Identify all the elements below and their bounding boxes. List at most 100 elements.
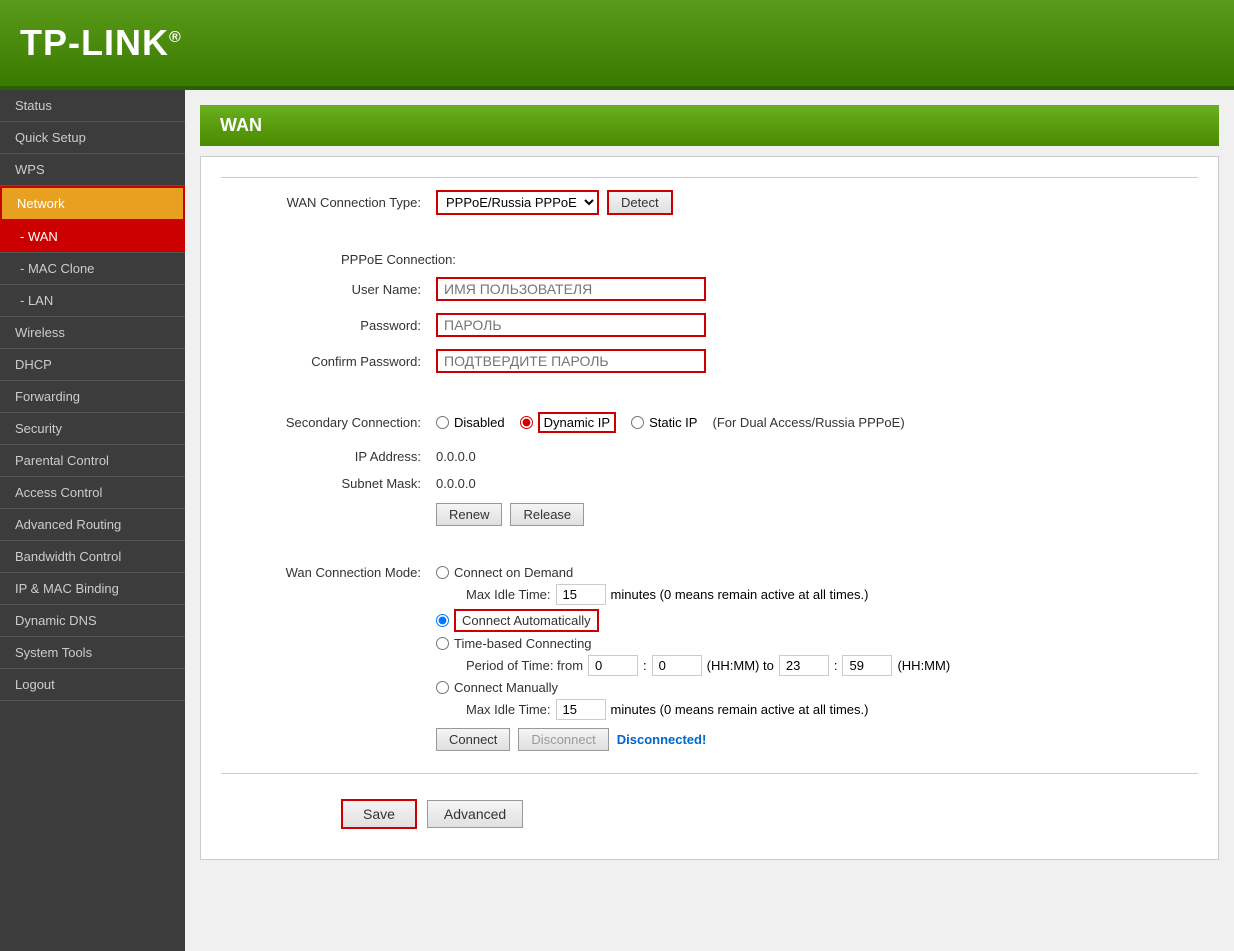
time-colon-1: : bbox=[643, 658, 647, 673]
username-input[interactable] bbox=[436, 277, 706, 301]
password-label: Password: bbox=[221, 318, 421, 333]
max-idle-time-input-1[interactable] bbox=[556, 584, 606, 605]
wan-form: WAN Connection Type: PPPoE/Russia PPPoE … bbox=[200, 156, 1219, 860]
sidebar-item-logout[interactable]: Logout bbox=[0, 669, 185, 701]
subnet-mask-value: 0.0.0.0 bbox=[436, 476, 476, 491]
max-idle-time-row-1: Max Idle Time: minutes (0 means remain a… bbox=[466, 584, 950, 605]
connect-automatically-option: Connect Automatically bbox=[436, 609, 950, 632]
subnet-mask-row: Subnet Mask: 0.0.0.0 bbox=[221, 474, 1198, 493]
sc-static-ip-radio[interactable] bbox=[631, 416, 644, 429]
username-row: User Name: bbox=[221, 275, 1198, 303]
sidebar-item-wireless[interactable]: Wireless bbox=[0, 317, 185, 349]
connect-button[interactable]: Connect bbox=[436, 728, 510, 751]
username-label: User Name: bbox=[221, 282, 421, 297]
detect-button[interactable]: Detect bbox=[607, 190, 673, 215]
time-based-sub: Period of Time: from : (HH:MM) to : (HH:… bbox=[466, 655, 950, 676]
max-idle-time-row-2: Max Idle Time: minutes (0 means remain a… bbox=[466, 699, 950, 720]
max-idle-note-2: minutes (0 means remain active at all ti… bbox=[611, 702, 869, 717]
sc-dynamic-ip-label: Dynamic IP bbox=[538, 412, 616, 433]
sidebar-item-dynamic-dns[interactable]: Dynamic DNS bbox=[0, 605, 185, 637]
time-based-label: Time-based Connecting bbox=[454, 636, 592, 651]
wan-connection-type-select[interactable]: PPPoE/Russia PPPoE bbox=[436, 190, 599, 215]
time-colon-2: : bbox=[834, 658, 838, 673]
sc-dynamic-ip-radio[interactable] bbox=[520, 416, 533, 429]
sidebar-item-wan[interactable]: - WAN bbox=[0, 221, 185, 253]
disconnected-status: Disconnected! bbox=[617, 732, 707, 747]
sc-dynamic-ip-option[interactable]: Dynamic IP bbox=[520, 412, 616, 433]
password-control bbox=[436, 313, 706, 337]
connect-on-demand-radio[interactable] bbox=[436, 566, 449, 579]
renew-release-control: Renew Release bbox=[436, 503, 584, 526]
sidebar-item-mac-clone[interactable]: - MAC Clone bbox=[0, 253, 185, 285]
sc-disabled-option[interactable]: Disabled bbox=[436, 415, 505, 430]
sidebar-item-parental-control[interactable]: Parental Control bbox=[0, 445, 185, 477]
time-to-m-input[interactable] bbox=[842, 655, 892, 676]
wan-connection-type-row: WAN Connection Type: PPPoE/Russia PPPoE … bbox=[221, 188, 1198, 217]
max-idle-time-label-1: Max Idle Time: bbox=[466, 587, 551, 602]
renew-button[interactable]: Renew bbox=[436, 503, 502, 526]
subnet-mask-control: 0.0.0.0 bbox=[436, 476, 476, 491]
time-from-h-input[interactable] bbox=[588, 655, 638, 676]
connect-on-demand-label: Connect on Demand bbox=[454, 565, 573, 580]
sidebar-item-dhcp[interactable]: DHCP bbox=[0, 349, 185, 381]
sidebar-item-advanced-routing[interactable]: Advanced Routing bbox=[0, 509, 185, 541]
ip-address-value: 0.0.0.0 bbox=[436, 449, 476, 464]
sidebar-item-access-control[interactable]: Access Control bbox=[0, 477, 185, 509]
sidebar: Status Quick Setup WPS Network - WAN - M… bbox=[0, 90, 185, 951]
sidebar-item-network[interactable]: Network bbox=[0, 186, 185, 221]
password-row: Password: bbox=[221, 311, 1198, 339]
sidebar-item-status[interactable]: Status bbox=[0, 90, 185, 122]
sidebar-item-system-tools[interactable]: System Tools bbox=[0, 637, 185, 669]
pppoe-section-label: PPPoE Connection: bbox=[341, 252, 1198, 267]
sidebar-item-security[interactable]: Security bbox=[0, 413, 185, 445]
sidebar-item-forwarding[interactable]: Forwarding bbox=[0, 381, 185, 413]
sidebar-item-ip-mac-binding[interactable]: IP & MAC Binding bbox=[0, 573, 185, 605]
time-from-m-input[interactable] bbox=[652, 655, 702, 676]
confirm-password-label: Confirm Password: bbox=[221, 354, 421, 369]
time-to-h-input[interactable] bbox=[779, 655, 829, 676]
wan-connection-mode-label: Wan Connection Mode: bbox=[221, 561, 421, 580]
secondary-connection-row: Secondary Connection: Disabled Dynamic I… bbox=[221, 406, 1198, 439]
bottom-buttons: Save Advanced bbox=[221, 784, 1198, 839]
main-layout: Status Quick Setup WPS Network - WAN - M… bbox=[0, 90, 1234, 951]
secondary-connection-control: Disabled Dynamic IP Static IP (For Dual … bbox=[436, 408, 905, 437]
sidebar-item-bandwidth-control[interactable]: Bandwidth Control bbox=[0, 541, 185, 573]
wan-connection-mode-row: Wan Connection Mode: Connect on Demand M… bbox=[221, 559, 1198, 753]
connect-manually-option: Connect Manually bbox=[436, 680, 950, 695]
disconnect-button[interactable]: Disconnect bbox=[518, 728, 608, 751]
content-area: WAN WAN Connection Type: PPPoE/Russia PP… bbox=[185, 90, 1234, 951]
confirm-password-input[interactable] bbox=[436, 349, 706, 373]
save-button[interactable]: Save bbox=[341, 799, 417, 829]
sidebar-item-wps[interactable]: WPS bbox=[0, 154, 185, 186]
connect-disconnect-row: Connect Disconnect Disconnected! bbox=[436, 728, 950, 751]
confirm-password-row: Confirm Password: bbox=[221, 347, 1198, 375]
sidebar-item-quick-setup[interactable]: Quick Setup bbox=[0, 122, 185, 154]
ip-address-label: IP Address: bbox=[221, 449, 421, 464]
page-title: WAN bbox=[200, 105, 1219, 146]
ip-address-row: IP Address: 0.0.0.0 bbox=[221, 447, 1198, 466]
header: TP-LINK® bbox=[0, 0, 1234, 90]
sc-static-ip-option[interactable]: Static IP bbox=[631, 415, 697, 430]
sc-note: (For Dual Access/Russia PPPoE) bbox=[712, 415, 904, 430]
wan-connection-mode-options: Connect on Demand Max Idle Time: minutes… bbox=[436, 561, 950, 751]
subnet-mask-label: Subnet Mask: bbox=[221, 476, 421, 491]
connect-automatically-radio[interactable] bbox=[436, 614, 449, 627]
time-based-radio[interactable] bbox=[436, 637, 449, 650]
username-control bbox=[436, 277, 706, 301]
wan-connection-type-label: WAN Connection Type: bbox=[221, 195, 421, 210]
advanced-button[interactable]: Advanced bbox=[427, 800, 523, 828]
sc-disabled-radio[interactable] bbox=[436, 416, 449, 429]
max-idle-time-label-2: Max Idle Time: bbox=[466, 702, 551, 717]
wan-connection-type-control: PPPoE/Russia PPPoE Detect bbox=[436, 190, 673, 215]
renew-release-row: Renew Release bbox=[221, 501, 1198, 528]
release-button[interactable]: Release bbox=[510, 503, 584, 526]
max-idle-time-input-2[interactable] bbox=[556, 699, 606, 720]
time-hhmm-1: (HH:MM) to bbox=[707, 658, 774, 673]
connect-manually-radio[interactable] bbox=[436, 681, 449, 694]
sidebar-item-lan[interactable]: - LAN bbox=[0, 285, 185, 317]
secondary-connection-label: Secondary Connection: bbox=[221, 415, 421, 430]
password-input[interactable] bbox=[436, 313, 706, 337]
time-based-option: Time-based Connecting bbox=[436, 636, 950, 651]
confirm-password-control bbox=[436, 349, 706, 373]
sc-disabled-label: Disabled bbox=[454, 415, 505, 430]
